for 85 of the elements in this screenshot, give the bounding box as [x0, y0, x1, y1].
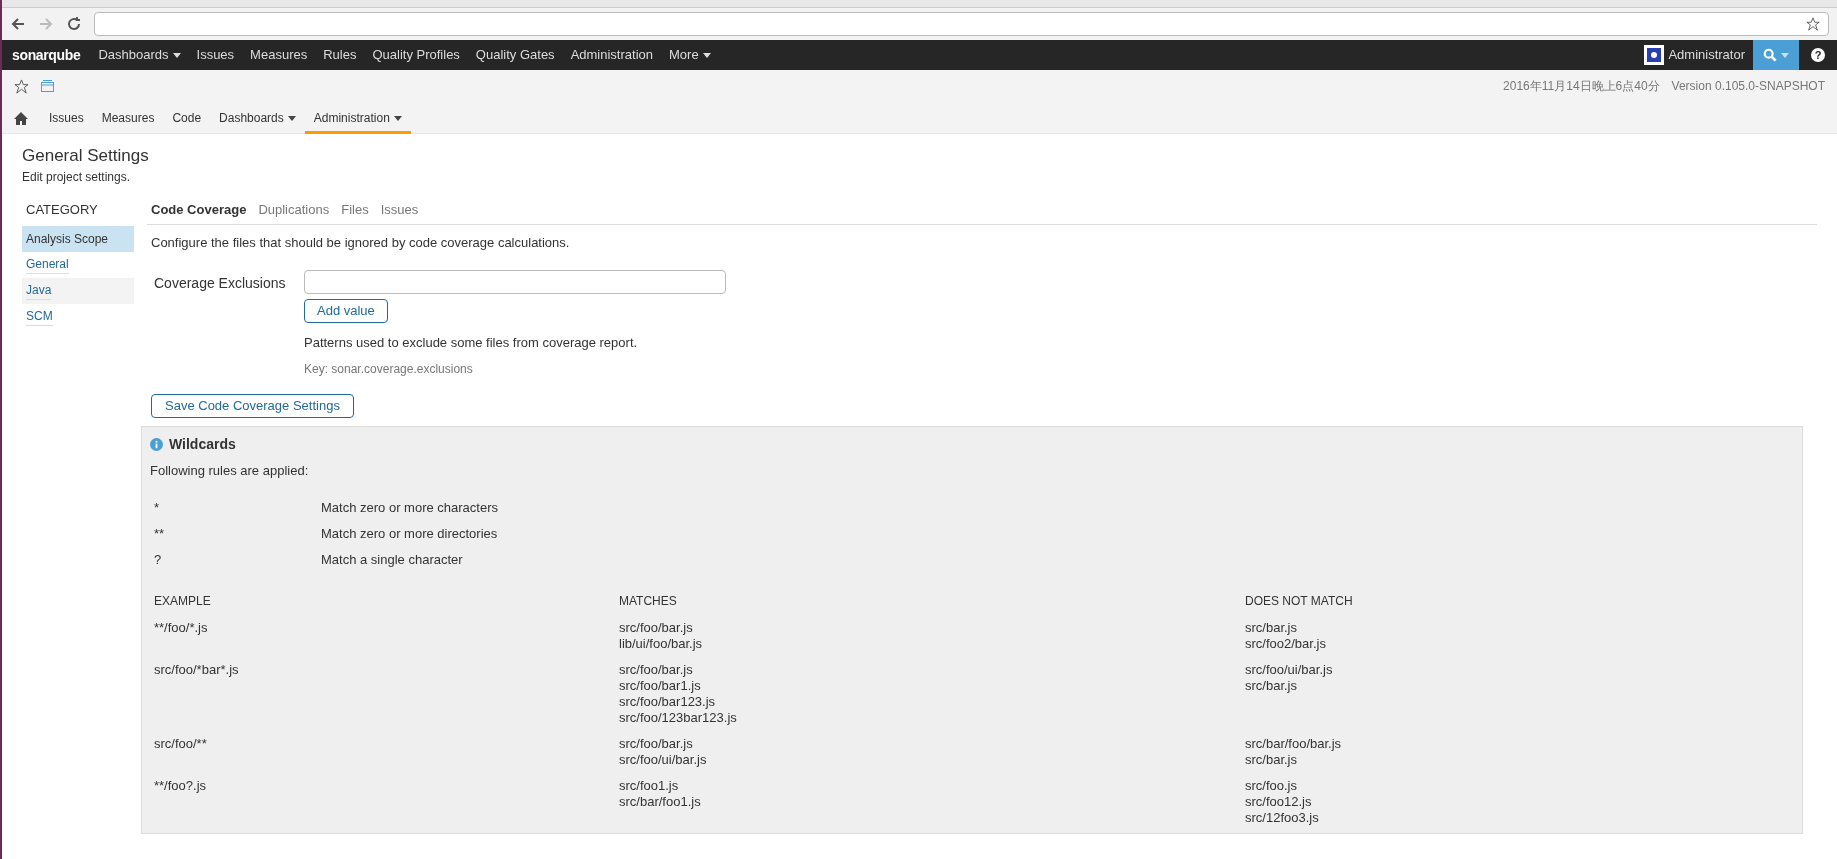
nav-link[interactable]: Administration	[562, 45, 661, 65]
setting-key: Key: sonar.coverage.exclusions	[304, 359, 726, 378]
matching-path: src/foo/bar.js	[619, 662, 694, 678]
page-title: General Settings	[22, 145, 150, 167]
project-icon	[41, 80, 54, 92]
nav-link[interactable]: Issues	[188, 45, 243, 65]
matching-path: src/foo/bar1.js	[619, 678, 702, 694]
non-matching-path: src/foo/ui/bar.js	[1245, 662, 1334, 678]
example-pattern: src/foo/**	[154, 736, 208, 753]
wildcard-meaning: Match zero or more characters	[321, 499, 498, 518]
column-header: MATCHES	[619, 593, 678, 610]
non-matching-path: src/bar.js	[1245, 752, 1298, 768]
example-pattern: src/foo/*bar*.js	[154, 662, 240, 679]
non-matching-path: src/foo12.js	[1245, 794, 1313, 810]
category-item[interactable]: Java	[22, 277, 134, 304]
setting-help-text: Patterns used to exclude some files from coverage report.	[304, 334, 639, 352]
wildcard-pattern: ?	[154, 551, 163, 570]
category-item[interactable]: SCM	[22, 303, 134, 330]
star-icon[interactable]	[14, 78, 29, 94]
wildcard-pattern: **	[154, 525, 166, 544]
project-nav-tab[interactable]: Measures	[92, 102, 164, 134]
non-matching-path: src/12foo3.js	[1245, 810, 1320, 826]
matching-path: src/foo/bar.js	[619, 620, 694, 636]
reload-icon[interactable]	[66, 16, 82, 32]
settings-tab[interactable]: Issues	[380, 200, 419, 220]
non-matching-path: src/foo2/bar.js	[1245, 636, 1327, 652]
info-icon	[150, 437, 163, 451]
category-item[interactable]: General	[22, 251, 134, 278]
matching-path: src/bar/foo1.js	[619, 794, 702, 810]
caret-icon	[393, 115, 402, 121]
analysis-date: 2016年11月14日晚上6点40分	[1503, 78, 1660, 95]
matching-path: lib/ui/foo/bar.js	[619, 636, 704, 652]
search-icon	[1763, 48, 1777, 62]
project-nav-tab[interactable]: Dashboards	[210, 102, 305, 134]
non-matching-path: src/bar.js	[1245, 678, 1298, 694]
settings-tab[interactable]: Duplications	[258, 200, 330, 220]
caret-icon	[287, 115, 296, 121]
example-pattern: **/foo?.js	[154, 778, 208, 795]
matching-path: src/foo/123bar123.js	[619, 710, 738, 726]
sonarqube-logo[interactable]: sonarqube	[2, 44, 91, 66]
home-icon[interactable]	[14, 111, 28, 125]
wildcards-title: Wildcards	[169, 434, 236, 454]
user-menu[interactable]: Administrator	[1668, 45, 1753, 65]
project-nav-tab[interactable]: Administration	[304, 102, 411, 134]
matching-path: src/foo1.js	[619, 778, 680, 794]
non-matching-path: src/foo.js	[1245, 778, 1298, 794]
user-avatar-icon	[1644, 45, 1665, 65]
project-nav-tab[interactable]: Issues	[40, 102, 93, 134]
matching-path: src/foo/bar.js	[619, 736, 694, 752]
coverage-exclusions-field[interactable]	[304, 270, 726, 294]
bookmark-star-icon[interactable]	[1806, 17, 1820, 31]
settings-tab[interactable]: Files	[341, 200, 369, 220]
version-label: Version 0.105.0-SNAPSHOT	[1671, 78, 1825, 95]
category-heading: CATEGORY	[25, 201, 99, 219]
matching-path: src/foo/ui/bar.js	[619, 752, 708, 768]
caret-icon	[1781, 52, 1789, 58]
column-header: EXAMPLE	[154, 593, 212, 610]
settings-tab[interactable]: Code Coverage	[151, 200, 247, 220]
search-button[interactable]	[1753, 40, 1799, 70]
nav-link[interactable]: More	[661, 45, 719, 65]
back-icon[interactable]	[10, 16, 26, 32]
example-pattern: **/foo/*.js	[154, 620, 209, 637]
wildcard-meaning: Match a single character	[321, 551, 463, 570]
non-matching-path: src/bar.js	[1245, 620, 1298, 636]
caret-icon	[702, 52, 711, 58]
wildcard-meaning: Match zero or more directories	[321, 525, 498, 544]
nav-link[interactable]: Rules	[315, 45, 365, 65]
page-subtitle: Edit project settings.	[22, 169, 132, 186]
nav-link[interactable]: Quality Profiles	[364, 45, 468, 65]
save-settings-button[interactable]: Save Code Coverage Settings	[151, 393, 354, 418]
non-matching-path: src/bar/foo/bar.js	[1245, 736, 1343, 752]
section-description: Configure the files that should be ignored by code coverage calculations.	[150, 233, 571, 252]
project-nav-tab[interactable]: Code	[163, 102, 211, 134]
help-button[interactable]: ?	[1811, 48, 1825, 62]
nav-link[interactable]: Dashboards	[90, 45, 189, 65]
caret-icon	[172, 52, 181, 58]
add-value-button[interactable]: Add value	[304, 299, 388, 323]
column-header: DOES NOT MATCH	[1245, 593, 1354, 610]
nav-link[interactable]: Quality Gates	[467, 45, 563, 65]
category-item[interactable]: Analysis Scope	[22, 225, 134, 252]
setting-label: Coverage Exclusions	[154, 274, 287, 293]
wildcard-pattern: *	[154, 499, 161, 518]
matching-path: src/foo/bar123.js	[619, 694, 717, 710]
wildcards-intro: Following rules are applied:	[150, 461, 310, 480]
nav-link[interactable]: Measures	[242, 45, 316, 65]
